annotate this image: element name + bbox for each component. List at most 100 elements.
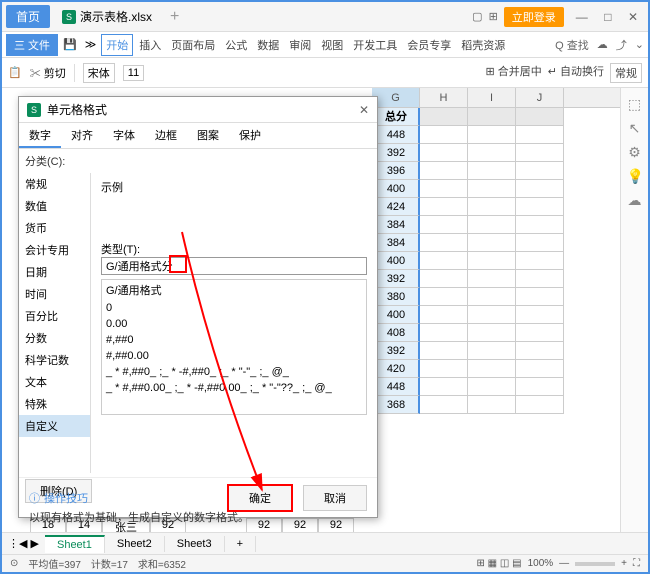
wrap-button[interactable]: ↵ 自动换行 — [548, 63, 604, 83]
login-button[interactable]: 立即登录 — [504, 7, 564, 27]
zoom-in[interactable]: + — [621, 558, 627, 569]
category-list[interactable]: 常规数值货币会计专用日期时间百分比分数科学记数文本特殊自定义 — [19, 173, 91, 473]
file-menu[interactable]: 三 文件 — [6, 34, 58, 56]
close-button[interactable]: ✕ — [622, 10, 644, 24]
category-item[interactable]: 常规 — [19, 173, 90, 195]
category-item[interactable]: 数值 — [19, 195, 90, 217]
zoom-out[interactable]: — — [559, 558, 569, 569]
category-item[interactable]: 日期 — [19, 261, 90, 283]
window-icon[interactable]: ▢ — [472, 10, 482, 23]
category-item[interactable]: 百分比 — [19, 305, 90, 327]
side-settings-icon[interactable]: ⚙ — [627, 144, 643, 160]
grid-icon[interactable]: ⊞ — [489, 10, 498, 23]
dialog-tab-font[interactable]: 字体 — [103, 123, 145, 148]
menu-data[interactable]: 数据 — [253, 34, 283, 56]
data-cell[interactable]: 448 — [372, 126, 420, 144]
share-icon[interactable]: ⤴ — [616, 37, 627, 53]
data-cell[interactable]: 400 — [372, 306, 420, 324]
data-cell[interactable]: 396 — [372, 162, 420, 180]
category-item[interactable]: 时间 — [19, 283, 90, 305]
dialog-tab-number[interactable]: 数字 — [19, 123, 61, 148]
data-cell[interactable]: 392 — [372, 270, 420, 288]
zoom-slider[interactable] — [575, 562, 615, 566]
menu-review[interactable]: 审阅 — [285, 34, 315, 56]
data-cell[interactable]: 420 — [372, 360, 420, 378]
menu-vip[interactable]: 会员专享 — [403, 34, 455, 56]
style-select[interactable]: 常规 — [610, 63, 642, 83]
data-cell[interactable]: 408 — [372, 324, 420, 342]
data-cell[interactable]: 392 — [372, 144, 420, 162]
cloud-icon[interactable]: ☁ — [597, 38, 608, 51]
dialog-tab-protect[interactable]: 保护 — [229, 123, 271, 148]
save-icon[interactable]: 💾 — [60, 38, 80, 51]
ok-button[interactable]: 确定 — [227, 484, 293, 512]
data-cell[interactable]: 400 — [372, 252, 420, 270]
dialog-tab-pattern[interactable]: 图案 — [187, 123, 229, 148]
category-item[interactable]: 货币 — [19, 217, 90, 239]
menu-insert[interactable]: 插入 — [135, 34, 165, 56]
fullscreen-icon[interactable]: ⛶ — [633, 558, 640, 569]
dialog-tab-border[interactable]: 边框 — [145, 123, 187, 148]
data-cell[interactable]: 368 — [372, 396, 420, 414]
sheet-tab-2[interactable]: Sheet2 — [105, 536, 165, 552]
data-cell[interactable]: 400 — [372, 180, 420, 198]
more-icon[interactable]: ≫ — [82, 38, 100, 51]
file-tab[interactable]: S 演示表格.xlsx — [54, 5, 160, 28]
cut-button[interactable]: ✂ 剪切 — [30, 65, 66, 81]
dialog-tab-align[interactable]: 对齐 — [61, 123, 103, 148]
status-control-icon[interactable]: ⊙ — [10, 558, 18, 569]
font-select[interactable]: 宋体 — [83, 63, 115, 83]
menu-start[interactable]: 开始 — [101, 34, 133, 56]
format-item[interactable]: #,##0 — [102, 332, 366, 348]
cancel-button[interactable]: 取消 — [303, 485, 367, 511]
format-item[interactable]: 0.00 — [102, 316, 366, 332]
category-item[interactable]: 分数 — [19, 327, 90, 349]
header-cell[interactable]: 总分 — [372, 108, 420, 126]
menu-view[interactable]: 视图 — [317, 34, 347, 56]
menu-dev[interactable]: 开发工具 — [349, 34, 401, 56]
sheet-add[interactable]: + — [225, 536, 256, 552]
format-item[interactable]: G/通用格式 — [102, 280, 366, 300]
dialog-close-button[interactable]: ✕ — [359, 103, 369, 117]
category-item[interactable]: 自定义 — [19, 415, 90, 437]
category-item[interactable]: 文本 — [19, 371, 90, 393]
side-bulb-icon[interactable]: 💡 — [627, 168, 643, 184]
data-cell[interactable]: 384 — [372, 234, 420, 252]
sheet-tab-1[interactable]: Sheet1 — [45, 535, 105, 553]
category-item[interactable]: 特殊 — [19, 393, 90, 415]
paste-icon[interactable]: 📋 — [8, 66, 22, 79]
sheet-tab-3[interactable]: Sheet3 — [165, 536, 225, 552]
data-cell[interactable]: 392 — [372, 342, 420, 360]
side-select-icon[interactable]: ⬚ — [627, 96, 643, 112]
menu-layout[interactable]: 页面布局 — [167, 34, 219, 56]
data-cell[interactable]: 448 — [372, 378, 420, 396]
side-arrow-icon[interactable]: ↖ — [627, 120, 643, 136]
data-cell[interactable]: 384 — [372, 216, 420, 234]
chevron-icon[interactable]: ⌄ — [635, 38, 644, 51]
data-cell[interactable]: 424 — [372, 198, 420, 216]
col-header-h[interactable]: H — [420, 88, 468, 107]
format-item[interactable]: #,##0.00 — [102, 348, 366, 364]
format-item[interactable]: _ * #,##0_ ;_ * -#,##0_ ;_ * "-"_ ;_ @_ — [102, 364, 366, 380]
merge-button[interactable]: ⊞ 合并居中 — [485, 63, 541, 83]
tips-link[interactable]: ⓘ 操作技巧 — [29, 490, 88, 506]
minimize-button[interactable]: — — [570, 10, 594, 24]
data-cell[interactable]: 380 — [372, 288, 420, 306]
format-item[interactable]: 0 — [102, 300, 366, 316]
font-size[interactable]: 11 — [123, 65, 144, 81]
col-header-g[interactable]: G — [372, 88, 420, 107]
type-input[interactable] — [101, 257, 367, 275]
format-list[interactable]: G/通用格式00.00#,##0#,##0.00_ * #,##0_ ;_ * … — [101, 279, 367, 415]
maximize-button[interactable]: □ — [598, 10, 617, 24]
search-link[interactable]: Q 查找 — [555, 37, 589, 53]
menu-resources[interactable]: 稻壳资源 — [457, 34, 509, 56]
home-button[interactable]: 首页 — [6, 5, 50, 28]
col-header-j[interactable]: J — [516, 88, 564, 107]
view-icons[interactable]: ⊞ ▦ ◫ ▤ — [477, 558, 522, 569]
col-header-i[interactable]: I — [468, 88, 516, 107]
sheet-nav[interactable]: ⋮◀ ▶ — [2, 537, 45, 550]
format-item[interactable]: _ * #,##0.00_ ;_ * -#,##0.00_ ;_ * "-"??… — [102, 380, 366, 396]
category-item[interactable]: 科学记数 — [19, 349, 90, 371]
side-cloud-icon[interactable]: ☁ — [627, 192, 643, 208]
category-item[interactable]: 会计专用 — [19, 239, 90, 261]
